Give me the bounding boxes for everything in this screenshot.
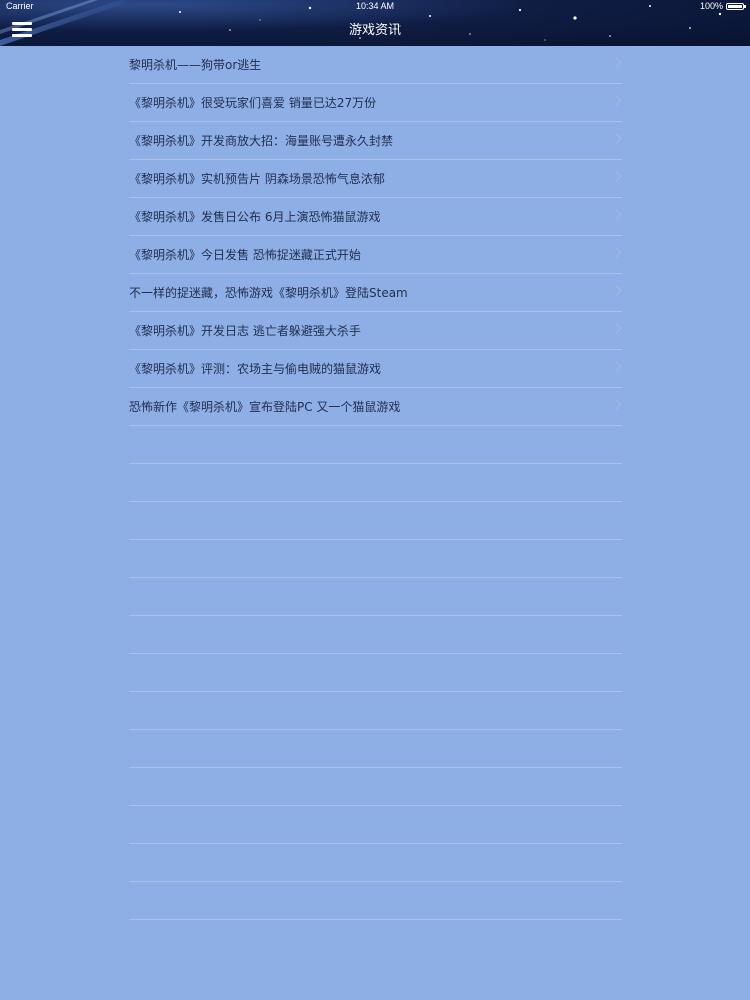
news-list-item[interactable]: 不一样的捉迷藏，恐怖游戏《黎明杀机》登陆Steam <box>129 274 622 312</box>
news-list-item[interactable]: 《黎明杀机》开发商放大招：海量账号遭永久封禁 <box>129 122 622 160</box>
empty-list-row <box>129 882 622 920</box>
news-item-title: 《黎明杀机》今日发售 恐怖捉迷藏正式开始 <box>129 248 361 262</box>
news-item-title: 《黎明杀机》开发商放大招：海量账号遭永久封禁 <box>129 134 394 148</box>
empty-list-row <box>129 616 622 654</box>
empty-list-row <box>129 464 622 502</box>
chevron-right-icon <box>611 285 622 296</box>
chevron-right-icon <box>611 323 622 334</box>
news-item-title: 恐怖新作《黎明杀机》宣布登陆PC 又一个猫鼠游戏 <box>129 400 401 414</box>
news-item-title: 《黎明杀机》很受玩家们喜爱 销量已达27万份 <box>129 96 377 110</box>
clock-label: 10:34 AM <box>355 1 395 11</box>
status-bar: Carrier 10:34 AM 100% <box>0 0 750 14</box>
battery-indicator: 100% <box>699 1 746 11</box>
news-list-item[interactable]: 《黎明杀机》实机预告片 阴森场景恐怖气息浓郁 <box>129 160 622 198</box>
news-item-title: 《黎明杀机》实机预告片 阴森场景恐怖气息浓郁 <box>129 172 385 186</box>
empty-list-row <box>129 426 622 464</box>
battery-icon <box>726 2 746 10</box>
news-list-item[interactable]: 《黎明杀机》很受玩家们喜爱 销量已达27万份 <box>129 84 622 122</box>
battery-percent: 100% <box>699 1 723 11</box>
empty-list-row <box>129 806 622 844</box>
empty-list-row <box>129 502 622 540</box>
page-title: 游戏资讯 <box>348 23 401 38</box>
chevron-right-icon <box>611 361 622 372</box>
chevron-right-icon <box>611 57 622 68</box>
navigation-header: Carrier 10:34 AM 100% 游戏资讯 <box>0 0 750 46</box>
empty-list-row <box>129 768 622 806</box>
news-item-title: 《黎明杀机》评测：农场主与偷电贼的猫鼠游戏 <box>129 362 382 376</box>
chevron-right-icon <box>611 95 622 106</box>
chevron-right-icon <box>611 133 622 144</box>
news-list: 黎明杀机——狗带or逃生 《黎明杀机》很受玩家们喜爱 销量已达27万份 《黎明杀机》… <box>129 46 622 920</box>
news-item-title: 不一样的捉迷藏，恐怖游戏《黎明杀机》登陆Steam <box>129 286 408 300</box>
news-list-item[interactable]: 恐怖新作《黎明杀机》宣布登陆PC 又一个猫鼠游戏 <box>129 388 622 426</box>
empty-list-row <box>129 692 622 730</box>
news-item-title: 黎明杀机——狗带or逃生 <box>129 58 262 72</box>
news-item-title: 《黎明杀机》开发日志 逃亡者躲避强大杀手 <box>129 324 361 338</box>
empty-list-row <box>129 540 622 578</box>
news-list-item[interactable]: 《黎明杀机》评测：农场主与偷电贼的猫鼠游戏 <box>129 350 622 388</box>
news-list-item[interactable]: 黎明杀机——狗带or逃生 <box>129 46 622 84</box>
news-item-title: 《黎明杀机》发售日公布 6月上演恐怖猫鼠游戏 <box>129 210 381 224</box>
news-list-item[interactable]: 《黎明杀机》发售日公布 6月上演恐怖猫鼠游戏 <box>129 198 622 236</box>
empty-list-row <box>129 654 622 692</box>
empty-list-row <box>129 730 622 768</box>
empty-list-row <box>129 578 622 616</box>
news-list-item[interactable]: 《黎明杀机》今日发售 恐怖捉迷藏正式开始 <box>129 236 622 274</box>
chevron-right-icon <box>611 171 622 182</box>
chevron-right-icon <box>611 399 622 410</box>
empty-list-row <box>129 844 622 882</box>
chevron-right-icon <box>611 209 622 220</box>
chevron-right-icon <box>611 247 622 258</box>
news-list-item[interactable]: 《黎明杀机》开发日志 逃亡者躲避强大杀手 <box>129 312 622 350</box>
